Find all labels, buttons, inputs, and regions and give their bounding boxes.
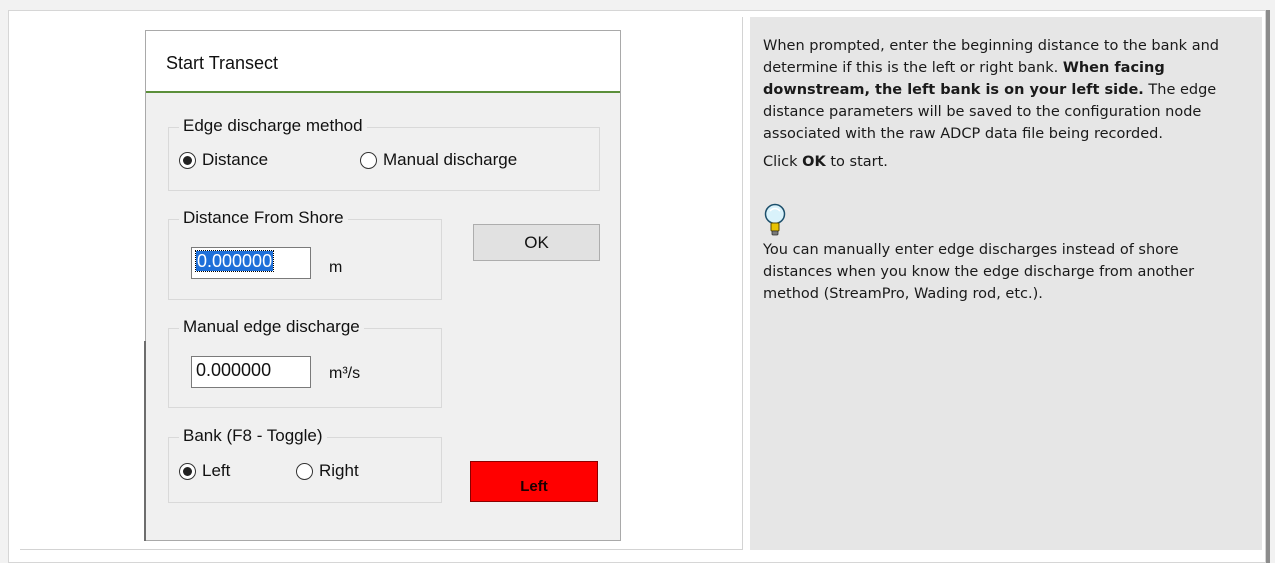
bank-indicator: Left [470, 461, 598, 502]
radio-unchecked-icon[interactable] [296, 462, 313, 480]
dialog-titlebar: Start Transect [146, 31, 620, 93]
edge-method-group: Edge discharge method Distance Manual di… [168, 116, 600, 191]
distance-value: 0.000000 [194, 250, 275, 272]
radio-left-label: Left [202, 461, 231, 480]
manual-edge-input[interactable]: 0.000000 [191, 356, 311, 388]
titlebar-divider [146, 91, 620, 93]
lightbulb-icon [764, 203, 786, 236]
bank-indicator-label: Left [520, 478, 548, 495]
help-paragraph-2: Click OK to start. [763, 151, 1248, 173]
radio-unchecked-icon[interactable] [360, 151, 377, 169]
radio-right-label: Right [319, 461, 359, 480]
start-transect-dialog: Start Transect Edge discharge method Dis… [144, 30, 621, 541]
distance-label: Distance From Shore [179, 208, 348, 228]
scrollbar[interactable] [1266, 10, 1270, 563]
radio-right[interactable]: Right [296, 461, 359, 481]
radio-left[interactable]: Left [179, 461, 230, 481]
distance-unit: m [329, 259, 343, 276]
manual-edge-unit: m³/s [329, 365, 361, 382]
bank-label: Bank (F8 - Toggle) [179, 426, 327, 446]
tip-paragraph: You can manually enter edge discharges i… [763, 242, 1195, 302]
edge-method-label: Edge discharge method [179, 116, 367, 136]
help-text-cell: When prompted, enter the beginning dista… [750, 17, 1262, 550]
radio-manual-discharge[interactable]: Manual discharge [360, 150, 517, 170]
help-paragraph-1: When prompted, enter the beginning dista… [763, 35, 1248, 145]
ok-button[interactable]: OK [473, 224, 600, 261]
radio-manual-discharge-label: Manual discharge [383, 150, 518, 169]
radio-distance[interactable]: Distance [179, 150, 268, 170]
distance-input[interactable]: 0.000000 [191, 247, 311, 279]
help-text: to start. [825, 154, 888, 170]
manual-edge-label: Manual edge discharge [179, 317, 364, 337]
radio-distance-label: Distance [202, 150, 269, 169]
radio-checked-icon[interactable] [179, 462, 196, 480]
help-bold-text: OK [802, 154, 826, 170]
radio-checked-icon[interactable] [179, 151, 196, 169]
help-text: Click [763, 154, 803, 170]
dialog-edge [144, 341, 146, 541]
dialog-title: Start Transect [166, 53, 279, 73]
bank-group: Bank (F8 - Toggle) Left Right [168, 426, 442, 503]
manual-edge-value: 0.000000 [196, 360, 272, 380]
